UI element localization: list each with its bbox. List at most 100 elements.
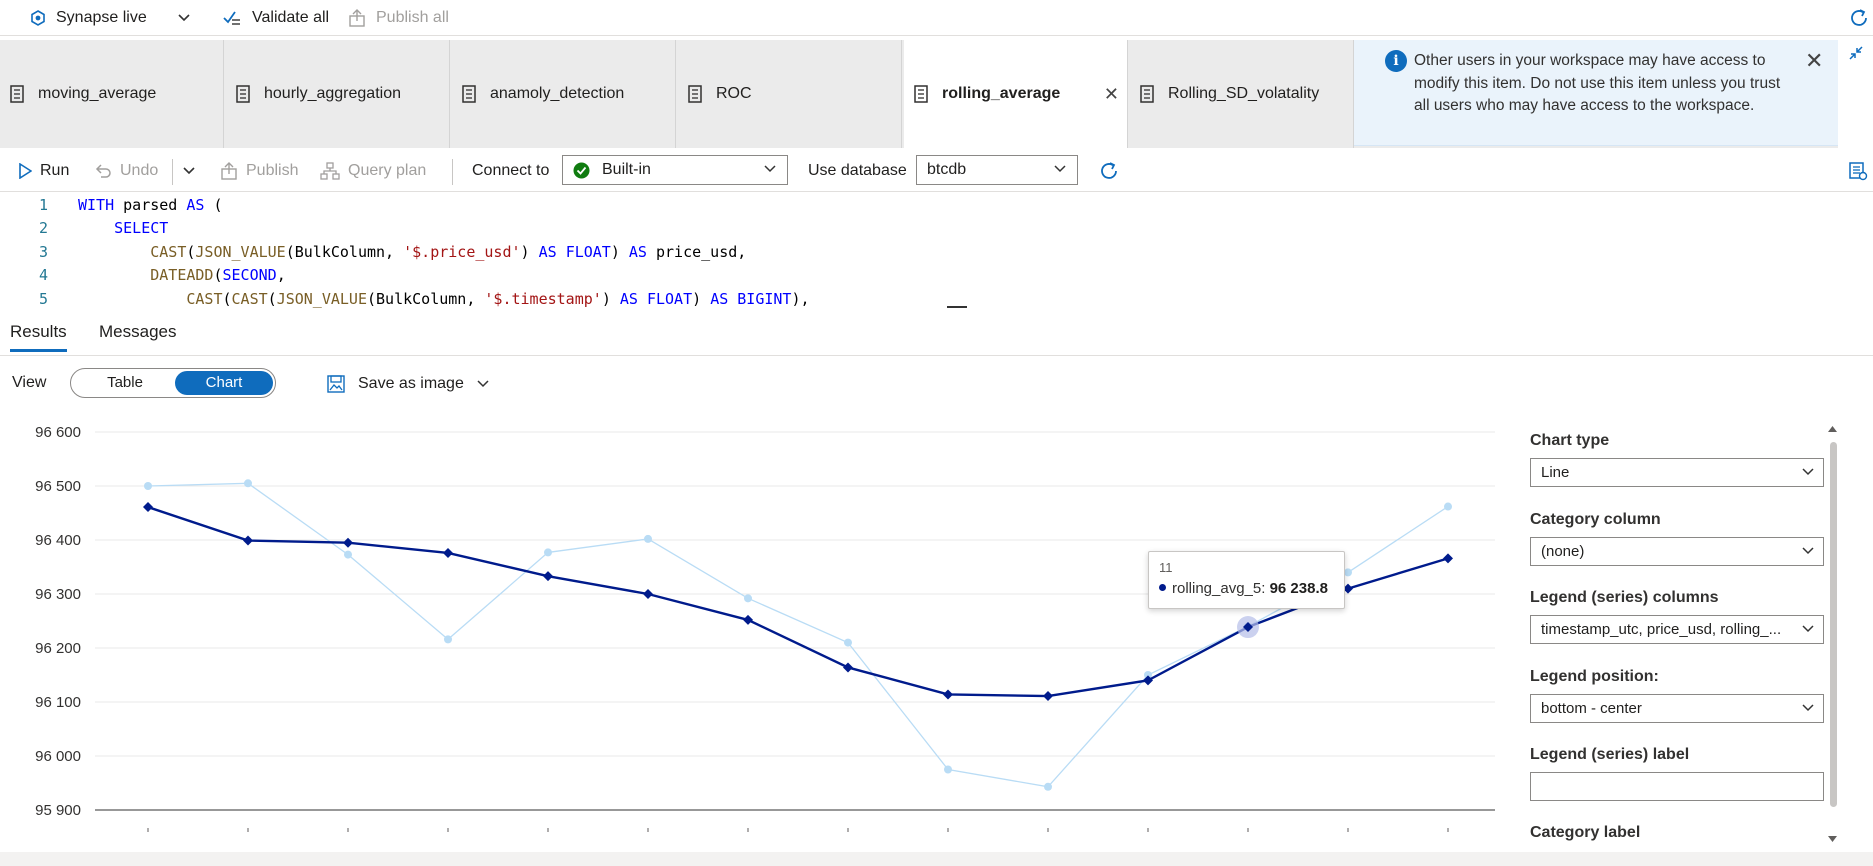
view-chart-option[interactable]: Chart [175,371,273,395]
synapse-icon [31,10,45,26]
undo-dropdown[interactable] [182,150,204,192]
chevron-down-icon [178,14,190,22]
tab-moving-average[interactable]: moving_average [0,40,224,148]
run-label: Run [40,162,70,179]
chevron-down-icon [1802,547,1814,555]
tab-roc[interactable]: ROC [678,40,902,148]
line-number: 4 [38,266,48,284]
chart-series [143,479,1453,791]
query-plan-button[interactable]: Query plan [320,150,426,192]
category-label-label: Category label [1530,824,1641,841]
tab-label: moving_average [38,85,157,102]
resize-handle[interactable] [947,306,967,308]
publish-button[interactable]: Publish [220,150,298,192]
y-tick-label: 96 500 [35,478,81,495]
synapse-live-label: Synapse live [56,9,147,26]
properties-button[interactable] [1848,150,1873,192]
database-select[interactable]: btcdb [916,155,1078,185]
data-point [643,589,653,599]
publish-all-label: Publish all [376,9,449,26]
validate-all-button[interactable]: Validate all [222,0,329,36]
data-point [344,550,352,559]
synapse-live-selector[interactable]: Synapse live [30,0,201,36]
data-point [1344,568,1352,577]
refresh-button[interactable] [1848,0,1873,36]
y-tick-label: 95 900 [35,802,81,819]
data-point [343,537,353,548]
validate-icon [223,11,240,25]
legend-label-input[interactable] [1530,772,1824,801]
tab-hourly-aggregation[interactable]: hourly_aggregation [226,40,450,148]
data-point [443,547,453,558]
info-icon: i [1385,50,1407,72]
connect-to-select[interactable]: Built-in [562,155,788,185]
tab-anamoly-detection[interactable]: anamoly_detection [452,40,676,148]
line-number: 2 [38,219,48,237]
legend-columns-select[interactable]: timestamp_utc, price_usd, rolling_... [1530,615,1824,644]
tab-messages[interactable]: Messages [99,322,176,352]
category-column-select[interactable]: (none) [1530,537,1824,566]
refresh-database-button[interactable] [1098,150,1128,192]
connect-to-label: Connect to [472,162,550,179]
scroll-down-icon[interactable] [1827,835,1838,843]
tab-label: anamoly_detection [490,85,625,102]
play-icon [19,163,32,179]
y-tick-label: 96 400 [35,532,81,549]
y-tick-label: 96 100 [35,694,81,711]
top-bar: Synapse live Validate all Publish all [0,0,1873,36]
category-column-value: (none) [1541,543,1585,560]
scroll-thumb[interactable] [1830,442,1837,807]
run-button[interactable]: Run [18,150,69,192]
data-point [943,689,953,700]
category-column-label: Category column [1530,511,1661,528]
collapse-panel [1838,40,1873,148]
scroll-up-icon[interactable] [1827,425,1838,433]
data-point [244,479,252,488]
tab-rolling-average[interactable]: rolling_average ✕ [904,40,1128,148]
data-point [444,635,452,644]
tooltip-index: 11 [1159,560,1173,575]
sql-editor[interactable]: 1 WITH parsed AS ( 2 SELECT 3 CAST(JSON_… [0,194,1873,312]
tab-rolling-sd-volatality[interactable]: Rolling_SD_volatality [1130,40,1354,148]
data-point [644,534,652,543]
view-table-option[interactable]: Table [75,371,175,395]
info-banner: i Other users in your workspace may have… [1354,40,1838,146]
success-check-icon [573,162,590,178]
code-line: WITH parsed AS ( [78,196,223,214]
data-point [543,571,553,582]
tab-results[interactable]: Results [10,322,67,352]
tooltip-value: 96 238.8 [1269,580,1328,597]
close-icon[interactable]: ✕ [1805,48,1823,74]
legend-position-label: Legend position: [1530,668,1659,685]
y-tick-label: 96 200 [35,640,81,657]
view-toggle[interactable]: Table Chart [70,368,276,398]
data-point [944,765,952,774]
tooltip-series-name: rolling_avg_5: [1172,580,1266,597]
query-toolbar: Run Undo Publish Query plan Connect to B… [0,150,1873,192]
script-icon [686,84,704,104]
data-point [1043,691,1053,702]
divider [172,159,173,185]
chevron-down-icon [1802,625,1814,633]
tab-label: hourly_aggregation [264,85,401,102]
data-point [1443,553,1453,564]
save-as-image-button[interactable]: Save as image [326,370,490,398]
publish-all-button[interactable]: Publish all [348,0,449,36]
undo-icon [95,164,111,178]
data-point [144,482,152,490]
properties-icon [1849,162,1868,181]
database-value: btcdb [927,161,967,178]
line-number: 3 [38,243,48,261]
chart-tooltip: 11 rolling_avg_5: 96 238.8 [1148,551,1345,609]
data-point [1444,502,1452,511]
close-tab-icon[interactable]: ✕ [1104,84,1119,105]
chart-grid [95,431,1495,811]
script-icon [8,84,26,104]
save-as-image-label: Save as image [358,375,464,392]
undo-button[interactable]: Undo [94,150,158,192]
connect-to-value: Built-in [602,161,651,178]
legend-position-select[interactable]: bottom - center [1530,694,1824,723]
collapse-icon[interactable] [1848,45,1864,61]
chevron-down-icon [1054,165,1066,173]
chart-type-select[interactable]: Line [1530,458,1824,487]
